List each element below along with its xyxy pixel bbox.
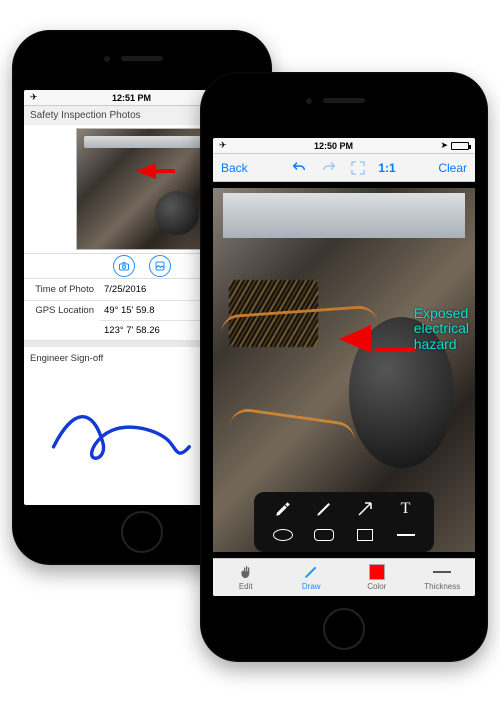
phone-camera-dot (104, 56, 110, 62)
expand-icon (350, 160, 366, 176)
text-tool[interactable]: T (392, 498, 420, 520)
annotation-arrow-head-icon (339, 325, 371, 353)
tab-color[interactable]: Color (344, 559, 410, 596)
tab-label: Color (367, 582, 386, 591)
image-icon (154, 260, 166, 272)
phone-camera-dot (306, 98, 312, 104)
line-tool[interactable] (392, 524, 420, 546)
arrow-tool-icon (356, 500, 374, 518)
tab-thickness[interactable]: Thickness (410, 559, 476, 596)
airplane-mode-icon: ✈ (30, 92, 38, 103)
pen-icon (303, 564, 319, 580)
draw-tool-row: T (262, 498, 426, 520)
photo-pipe (227, 407, 357, 462)
undo-button[interactable] (290, 160, 308, 176)
ellipse-icon (273, 529, 293, 541)
tab-label: Thickness (424, 582, 460, 591)
choose-photo-button[interactable] (149, 255, 171, 277)
annotation-text-line: electrical (414, 321, 469, 336)
clear-button[interactable]: Clear (438, 161, 467, 175)
phone-editor: ✈ 12:50 PM ➤ Back (200, 72, 488, 662)
line-icon (397, 534, 415, 536)
redo-button[interactable] (320, 160, 338, 176)
status-time: 12:51 PM (112, 93, 151, 103)
highlighter-tool[interactable] (269, 498, 297, 520)
pen-icon (315, 500, 333, 518)
editor-screen: ✈ 12:50 PM ➤ Back (213, 138, 475, 596)
undo-icon (290, 160, 308, 176)
highlighter-icon (274, 500, 292, 518)
round-rect-icon (314, 529, 334, 541)
back-button[interactable]: Back (221, 161, 248, 175)
draw-tools-popover: T (254, 492, 434, 552)
annotation-text-line: hazard (414, 337, 469, 352)
location-icon: ➤ (440, 140, 448, 151)
inspection-photo-thumbnail[interactable] (77, 129, 207, 249)
take-photo-button[interactable] (113, 255, 135, 277)
signoff-label: Engineer Sign-off (24, 353, 109, 364)
airplane-mode-icon: ✈ (219, 140, 227, 151)
tab-draw[interactable]: Draw (279, 559, 345, 596)
pen-tool[interactable] (310, 498, 338, 520)
photo-arrow-icon (136, 163, 156, 179)
rect-tool[interactable] (351, 524, 379, 546)
editor-toolbar: Back 1:1 Clear (213, 154, 475, 182)
status-bar: ✈ 12:50 PM ➤ (213, 138, 475, 154)
photo-bg-item (84, 136, 201, 148)
one-to-one-button[interactable]: 1:1 (378, 161, 395, 175)
editor-canvas[interactable]: Exposed electrical hazard T (213, 182, 475, 558)
tab-label: Edit (239, 582, 253, 591)
photo-arrow-line (155, 169, 175, 173)
redo-icon (320, 160, 338, 176)
tab-edit[interactable]: Edit (213, 559, 279, 596)
annotation-text[interactable]: Exposed electrical hazard (414, 306, 469, 352)
gps-location-label: GPS Location (24, 301, 100, 316)
camera-icon (118, 260, 130, 272)
fit-screen-button[interactable] (350, 160, 366, 176)
photo-compressor (155, 191, 199, 234)
photo-bg-item (223, 193, 464, 238)
rect-icon (357, 529, 373, 541)
round-rect-tool[interactable] (310, 524, 338, 546)
time-of-photo-label: Time of Photo (24, 284, 100, 295)
color-swatch-icon (369, 564, 385, 580)
thickness-icon (433, 571, 451, 573)
shape-tool-row (262, 524, 426, 546)
editor-tabbar: Edit Draw Color Thickness (213, 558, 475, 596)
battery-icon (451, 142, 469, 150)
annotation-arrow-line (375, 347, 415, 352)
tab-label: Draw (302, 582, 321, 591)
arrow-tool[interactable] (351, 498, 379, 520)
hand-icon (238, 564, 254, 580)
status-time: 12:50 PM (314, 141, 353, 151)
ellipse-tool[interactable] (269, 524, 297, 546)
